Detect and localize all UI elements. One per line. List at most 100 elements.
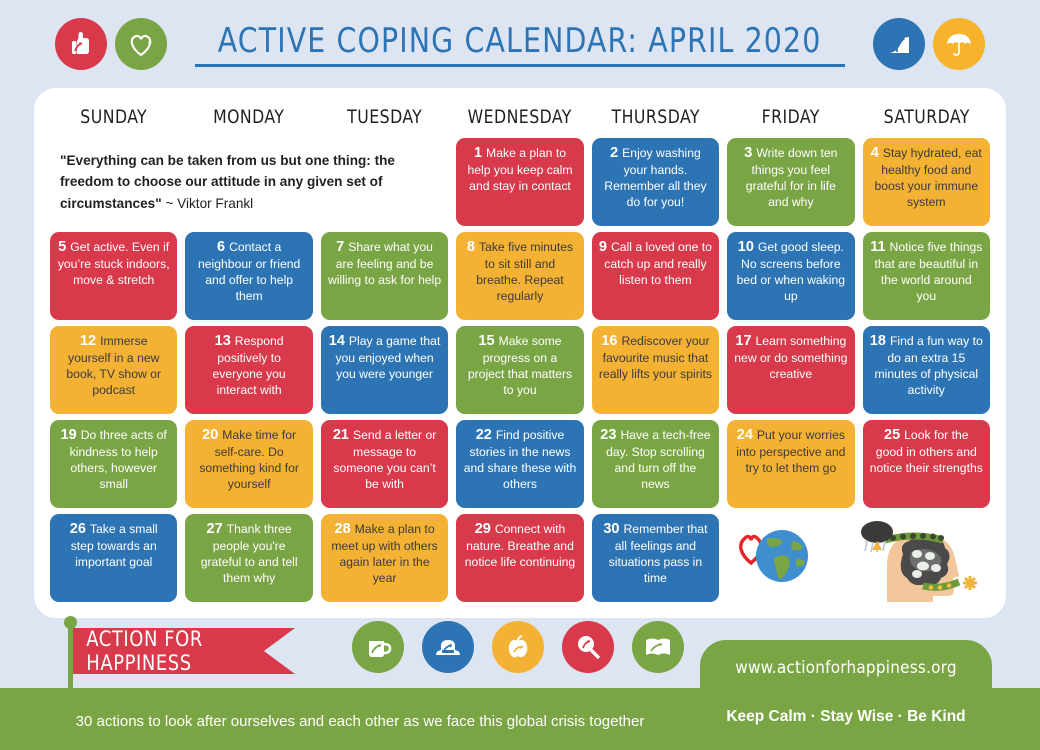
- calendar-day-card[interactable]: 26 Take a small step towards an important…: [50, 514, 178, 602]
- day-header-sunday: SUNDAY: [80, 106, 148, 128]
- day-action-text: Do three acts of kindness to help others…: [69, 428, 167, 491]
- quote-block: "Everything can be taken from us but one…: [50, 138, 448, 226]
- calendar-day-card[interactable]: 4 Stay hydrated, eat healthy food and boo…: [862, 138, 990, 226]
- calendar-day-card[interactable]: 1 Make a plan to help you keep calm and s…: [456, 138, 584, 226]
- day-action-text: Contact a neighbour or friend and offer …: [197, 240, 301, 303]
- day-action-text: Have a tech-free day. Stop scrolling and…: [606, 428, 711, 491]
- calendar-day-card[interactable]: 23 Have a tech-free day. Stop scrolling a…: [591, 420, 720, 508]
- calendar-day-card[interactable]: 7 Share what you are feeling and be willi…: [320, 232, 449, 320]
- day-action-text: Get active. Even if you’re stuck indoors…: [57, 240, 170, 287]
- day-number: 3: [744, 145, 753, 161]
- calendar-day-card[interactable]: 18 Find a fun way to do an extra 15 minut…: [862, 326, 990, 414]
- day-header-tuesday: TUESDAY: [347, 106, 423, 128]
- footer-tagline: Keep Calm · Stay Wise · Be Kind: [726, 708, 966, 725]
- day-number: 16: [601, 333, 618, 349]
- calendar-day-card[interactable]: 8 Take five minutes to sit still and brea…: [456, 232, 584, 320]
- day-number: 18: [869, 333, 886, 349]
- day-header-thursday: THURSDAY: [611, 106, 700, 128]
- calendar-day-card[interactable]: 29 Connect with nature. Breathe and notic…: [456, 514, 584, 602]
- calendar-grid: "Everything can be taken from us but one…: [50, 138, 990, 602]
- day-header-monday: MONDAY: [213, 106, 285, 128]
- calendar-day-card[interactable]: 2 Enjoy washing your hands. Remember all …: [591, 138, 720, 226]
- calendar-day-card[interactable]: 25 Look for the good in others and notice…: [862, 420, 990, 508]
- mug-icon: [352, 621, 404, 673]
- day-action-text: Enjoy washing your hands. Remember all t…: [604, 146, 707, 209]
- day-number: 19: [60, 427, 77, 443]
- day-number: 17: [735, 333, 752, 349]
- day-action-text: Remember that all feelings and situation…: [608, 522, 708, 585]
- calendar-card: SUNDAY MONDAY TUESDAY WEDNESDAY THURSDAY FRID…: [34, 88, 1006, 618]
- calendar-day-card[interactable]: 27 Thank three people you're grateful to …: [185, 514, 313, 602]
- header-left-icons: [55, 18, 168, 70]
- day-action-text: Make a plan to help you keep calm and st…: [467, 146, 573, 193]
- calendar-day-card[interactable]: 12 Immerse yourself in a new book, TV sho…: [50, 326, 178, 414]
- calendar-day-card[interactable]: 14 Play a game that you enjoyed when you …: [320, 326, 449, 414]
- calendar-day-card[interactable]: 6 Contact a neighbour or friend and offer…: [185, 232, 313, 320]
- calendar-day-card[interactable]: 19 Do three acts of kindness to help othe…: [50, 420, 178, 508]
- day-action-text: Stay hydrated, eat healthy food and boos…: [874, 146, 982, 209]
- day-number: 9: [598, 239, 607, 255]
- umbrella-icon: [932, 18, 985, 70]
- book-icon: [632, 621, 684, 673]
- footer-icon-row: [352, 621, 684, 673]
- day-number: 2: [610, 145, 619, 161]
- page-header: ACTIVE COPING CALENDAR: APRIL 2020: [0, 0, 1040, 88]
- day-action-text: Notice five things that are beautiful in…: [874, 240, 983, 303]
- flag-pole: [68, 622, 73, 694]
- calendar-day-card[interactable]: 5 Get active. Even if you’re stuck indoor…: [50, 232, 178, 320]
- thumbs-up-icon: [55, 18, 108, 70]
- brand-flag: ACTION FOR HAPPINESS: [73, 628, 295, 674]
- calendar-day-card[interactable]: 30 Remember that all feelings and situati…: [591, 514, 720, 602]
- day-number: 15: [478, 333, 495, 349]
- day-number: 30: [603, 521, 620, 537]
- heart-icon: [115, 18, 168, 70]
- day-header-wednesday: WEDNESDAY: [467, 106, 573, 128]
- calendar-day-card[interactable]: 28 Make a plan to meet up with others aga…: [320, 514, 449, 602]
- calendar-day-card[interactable]: 20 Make time for self-care. Do something …: [185, 420, 313, 508]
- page-title: ACTIVE COPING CALENDAR: APRIL 2020: [195, 21, 845, 67]
- day-number: 27: [206, 521, 223, 537]
- calendar-illustrations: [727, 514, 990, 602]
- day-number: 25: [884, 427, 901, 443]
- calendar-day-card[interactable]: 17 Learn something new or do something cr…: [727, 326, 855, 414]
- day-action-text: Find a fun way to do an extra 15 minutes…: [874, 334, 983, 397]
- day-number: 8: [466, 239, 475, 255]
- day-header-friday: FRIDAY: [761, 106, 820, 128]
- day-number: 22: [475, 427, 492, 443]
- day-number: 29: [474, 521, 491, 537]
- header-right-icons: [872, 18, 985, 70]
- day-number: 26: [69, 521, 86, 537]
- day-action-text: Play a game that you enjoyed when you we…: [335, 334, 441, 381]
- calendar-day-headers: SUNDAY MONDAY TUESDAY WEDNESDAY THURSDAY FRID…: [50, 98, 990, 136]
- coping-calendar-page: ACTIVE COPING CALENDAR: APRIL 2020 SUNDA…: [0, 0, 1040, 750]
- calendar-day-card[interactable]: 3 Write down ten things you feel grateful…: [727, 138, 855, 226]
- day-action-text: Call a loved one to catch up and really …: [604, 240, 712, 287]
- day-number: 10: [737, 239, 754, 255]
- day-action-text: Share what you are feeling and be willin…: [327, 240, 442, 287]
- website-url[interactable]: www.actionforhappiness.org: [700, 658, 992, 678]
- calendar-day-card[interactable]: 11 Notice five things that are beautiful …: [862, 232, 990, 320]
- day-number: 24: [736, 427, 753, 443]
- calendar-day-card[interactable]: 15 Make some progress on a project that m…: [456, 326, 584, 414]
- day-number: 20: [202, 427, 219, 443]
- calendar-day-card[interactable]: 9 Call a loved one to catch up and really…: [591, 232, 720, 320]
- calendar-day-card[interactable]: 16 Rediscover your favourite music that r…: [591, 326, 720, 414]
- day-number: 1: [473, 145, 483, 161]
- magnifier-icon: [562, 621, 614, 673]
- day-number: 14: [328, 333, 345, 349]
- calendar-day-card[interactable]: 10 Get good sleep. No screens before bed …: [727, 232, 855, 320]
- calendar-day-card[interactable]: 21 Send a letter or message to someone yo…: [320, 420, 449, 508]
- day-number: 21: [332, 427, 349, 443]
- calendar-day-card[interactable]: 13 Respond positively to everyone you int…: [185, 326, 313, 414]
- title-underline: [195, 64, 845, 67]
- day-number: 7: [336, 239, 345, 255]
- day-number: 4: [870, 145, 879, 161]
- day-number: 23: [600, 427, 617, 443]
- day-number: 5: [58, 239, 67, 255]
- day-number: 13: [214, 333, 231, 349]
- footer-strapline: 30 actions to look after ourselves and e…: [75, 713, 645, 730]
- calendar-day-card[interactable]: 24 Put your worries into perspective and …: [727, 420, 855, 508]
- calendar-day-card[interactable]: 22 Find positive stories in the news and …: [456, 420, 584, 508]
- head-brain-weather-icon: [861, 521, 978, 602]
- road-path-icon: [872, 18, 925, 70]
